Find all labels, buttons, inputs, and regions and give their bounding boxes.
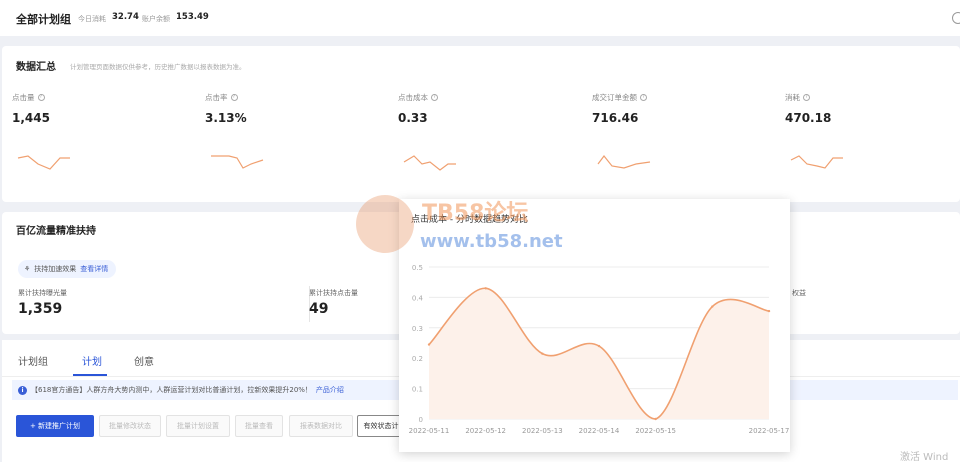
y-tick-label: 0.1 [412,386,423,394]
metric-label: 点击成本 [398,93,428,102]
question-icon[interactable]: ? [37,94,45,101]
metric-order-amount[interactable]: 成交订单金额? 716.46 [592,92,772,192]
tab-plan[interactable]: 计划 [82,353,102,368]
sparkline [790,155,843,169]
x-tick-label: 2022-05-13 [522,427,563,435]
question-icon[interactable]: ? [803,94,810,101]
data-point [767,309,771,313]
view-details-link[interactable]: 查看详情 [80,264,108,274]
metric-value: 3.13% [205,111,247,125]
report-compare-button[interactable]: 报表数据对比 [289,415,353,437]
tab-plan-group[interactable]: 计划组 [18,353,48,368]
support-badge[interactable]: ⚘ 扶持加速效果 查看详情 [18,260,117,278]
x-tick-label: 2022-05-15 [635,427,676,435]
product-intro-link[interactable]: 产品介绍 [316,385,344,395]
x-tick-label: 2022-05-12 [465,427,506,435]
sparkline [597,155,651,169]
data-point [711,305,714,308]
clicks-value: 49 [309,301,329,317]
tab-creative[interactable]: 创意 [134,353,154,368]
metric-label: 点击量 [12,93,35,102]
watermark-line1: TB58论坛 [422,201,529,226]
hand-logo-icon [356,195,414,253]
question-icon[interactable]: ? [640,94,647,101]
x-tick-label: 2022-05-11 [409,427,450,435]
summary-note: 计划管理页面数据仅供参考，历史推广数据以报表数据为准。 [70,63,246,71]
new-plan-button[interactable]: + 新建推广计划 [16,415,94,437]
today-spend-value: 32.74 [112,12,139,22]
y-tick-label: 0.2 [412,355,423,363]
question-icon[interactable]: ? [431,94,438,101]
metric-value: 0.33 [398,111,428,125]
metric-value: 1,445 [12,111,50,125]
metric-clicks[interactable]: 点击量? 1,445 [12,92,192,192]
x-tick-label: 2022-05-17 [749,427,790,435]
top-bar: 全部计划组 今日消耗 32.74 账户余额 153.49 [0,0,960,36]
metric-cpc[interactable]: 点击成本? 0.33 [398,92,578,192]
badge-text: 扶持加速效果 [34,265,77,273]
metric-label: 成交订单金额 [592,93,637,102]
y-tick-label: 0.3 [412,325,423,333]
rights-label: 权益 [792,289,806,297]
traffic-title: 百亿流量精准扶持 [16,226,96,237]
clicks-label: 累计扶持点击量 [309,289,358,297]
sparkline [211,155,264,169]
exposure-label: 累计扶持曝光量 [18,289,67,297]
batch-settings-button[interactable]: 批量计划设置 [166,415,230,437]
x-tick-label: 2022-05-14 [579,427,620,435]
data-point [654,417,657,421]
notice-text: 【618官方通告】人群方舟大势内测中，人群运营计划对比普通计划，拉新效果提升20… [31,386,312,394]
metric-label: 点击率 [205,93,228,102]
help-icon[interactable] [952,12,960,24]
batch-view-button[interactable]: 批量查看 [235,415,283,437]
metric-label: 消耗 [785,93,800,102]
balance-value: 153.49 [176,12,209,22]
data-point [597,344,601,348]
status-filter-select[interactable]: 有效状态计 [357,415,405,437]
data-point [541,352,544,355]
rocket-icon: ⚘ [24,265,31,273]
metric-spend[interactable]: 消耗? 470.18 [785,92,960,192]
exposure-value: 1,359 [18,301,63,317]
info-icon: i [18,385,27,395]
watermark-line2: www.tb58.net [420,231,563,252]
y-tick-label: 0 [419,416,423,424]
batch-status-button[interactable]: 批量修改状态 [99,415,161,437]
watermark: TB58论坛 www.tb58.net [352,191,612,271]
y-tick-label: 0.4 [412,294,424,302]
metric-ctr[interactable]: 点击率? 3.13% [205,92,385,192]
sparkline [403,155,456,171]
page-title: 全部计划组 [16,13,71,26]
sparkline [17,155,70,170]
metric-value: 716.46 [592,111,639,125]
summary-title: 数据汇总 [16,62,56,73]
data-point [484,287,487,290]
today-spend-label: 今日消耗 [78,15,106,23]
question-icon[interactable]: ? [230,94,238,101]
data-point [427,343,431,346]
metric-value: 470.18 [785,111,832,125]
os-activation-text: 激活 Wind [900,452,949,462]
series-area [429,288,769,419]
balance-label: 账户余额 [142,15,170,23]
data-summary-card: 数据汇总 计划管理页面数据仅供参考，历史推广数据以报表数据为准。 点击量? 1,… [2,46,960,202]
